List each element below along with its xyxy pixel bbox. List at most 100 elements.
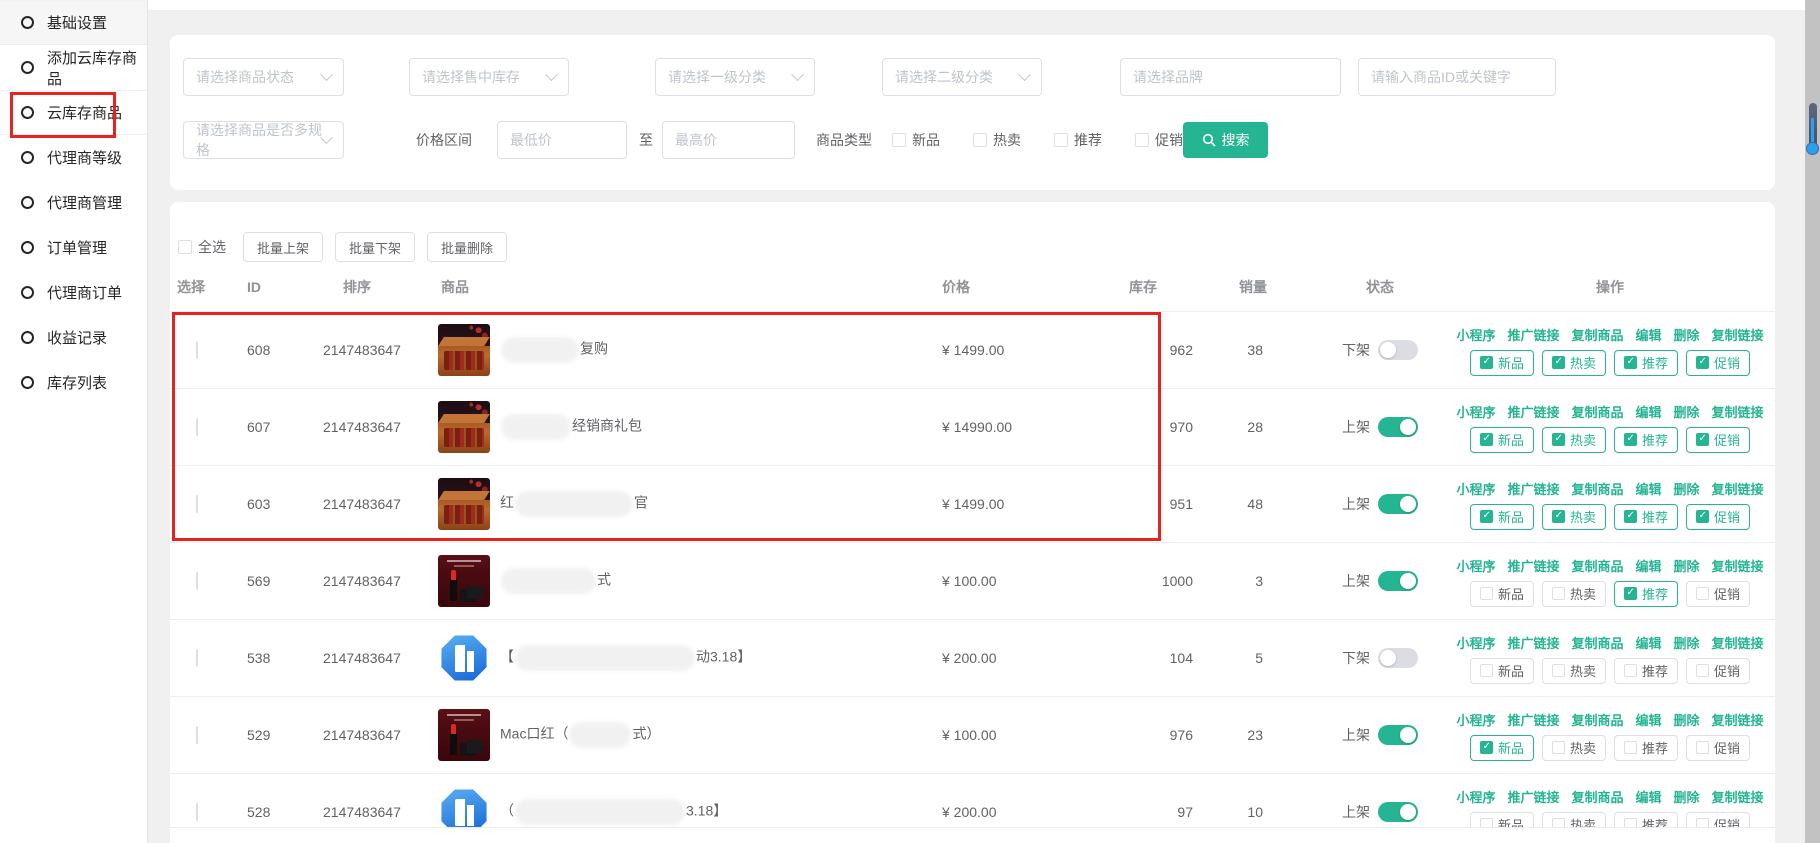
action-link-小程序[interactable]: 小程序 <box>1456 710 1495 729</box>
action-link-推广链接[interactable]: 推广链接 <box>1507 556 1559 575</box>
tag-toggle-促销[interactable]: 促销 <box>1686 812 1750 828</box>
batch-button-批量上架[interactable]: 批量上架 <box>243 232 323 262</box>
tag-toggle-热卖[interactable]: 热卖 <box>1542 581 1606 607</box>
action-link-复制商品[interactable]: 复制商品 <box>1571 633 1623 652</box>
multi-spec-select[interactable]: 请选择商品是否多规格 <box>183 121 344 159</box>
tag-toggle-新品[interactable]: 新品 <box>1470 658 1534 684</box>
sidebar-item-7[interactable]: 代理商订单 <box>0 270 147 315</box>
tag-toggle-推荐[interactable]: 推荐 <box>1614 658 1678 684</box>
search-button[interactable]: 搜索 <box>1183 122 1268 158</box>
checkbox-icon[interactable] <box>1054 133 1068 147</box>
status-toggle[interactable] <box>1378 802 1418 822</box>
action-link-推广链接[interactable]: 推广链接 <box>1507 402 1559 421</box>
action-link-删除[interactable]: 删除 <box>1674 402 1700 421</box>
product-status-select[interactable]: 请选择商品状态 <box>183 58 344 96</box>
action-link-复制商品[interactable]: 复制商品 <box>1571 479 1623 498</box>
status-toggle[interactable] <box>1378 648 1418 668</box>
type-checkbox-推荐[interactable]: 推荐 <box>1054 130 1102 150</box>
action-link-编辑[interactable]: 编辑 <box>1636 402 1662 421</box>
action-link-复制链接[interactable]: 复制链接 <box>1712 325 1764 344</box>
action-link-复制链接[interactable]: 复制链接 <box>1712 402 1764 421</box>
type-checkbox-促销[interactable]: 促销 <box>1135 130 1183 150</box>
action-link-复制链接[interactable]: 复制链接 <box>1712 787 1764 806</box>
row-checkbox[interactable] <box>196 495 198 513</box>
action-link-删除[interactable]: 删除 <box>1674 325 1700 344</box>
tag-toggle-推荐[interactable]: 推荐 <box>1614 427 1678 453</box>
action-link-编辑[interactable]: 编辑 <box>1636 556 1662 575</box>
row-checkbox[interactable] <box>196 418 198 436</box>
status-toggle[interactable] <box>1378 340 1418 360</box>
action-link-复制商品[interactable]: 复制商品 <box>1571 402 1623 421</box>
checkbox-icon[interactable] <box>1135 133 1149 147</box>
tag-toggle-热卖[interactable]: 热卖 <box>1542 504 1606 530</box>
select-all[interactable]: 全选 <box>178 237 226 257</box>
keyword-input[interactable]: 请输入商品ID或关键字 <box>1358 58 1556 96</box>
tag-toggle-促销[interactable]: 促销 <box>1686 658 1750 684</box>
tag-toggle-促销[interactable]: 促销 <box>1686 350 1750 376</box>
action-link-复制链接[interactable]: 复制链接 <box>1712 710 1764 729</box>
action-link-编辑[interactable]: 编辑 <box>1636 325 1662 344</box>
action-link-小程序[interactable]: 小程序 <box>1456 402 1495 421</box>
action-link-推广链接[interactable]: 推广链接 <box>1507 710 1559 729</box>
action-link-复制商品[interactable]: 复制商品 <box>1571 787 1623 806</box>
action-link-推广链接[interactable]: 推广链接 <box>1507 325 1559 344</box>
sidebar-item-2[interactable]: 添加云库存商品 <box>0 45 147 90</box>
action-link-复制链接[interactable]: 复制链接 <box>1712 633 1764 652</box>
action-link-小程序[interactable]: 小程序 <box>1456 787 1495 806</box>
tag-toggle-促销[interactable]: 促销 <box>1686 504 1750 530</box>
sidebar-item-4[interactable]: 代理商等级 <box>0 135 147 180</box>
action-link-删除[interactable]: 删除 <box>1674 710 1700 729</box>
tag-toggle-热卖[interactable]: 热卖 <box>1542 735 1606 761</box>
action-link-推广链接[interactable]: 推广链接 <box>1507 479 1559 498</box>
action-link-编辑[interactable]: 编辑 <box>1636 710 1662 729</box>
tag-toggle-新品[interactable]: 新品 <box>1470 735 1534 761</box>
status-toggle[interactable] <box>1378 417 1418 437</box>
action-link-删除[interactable]: 删除 <box>1674 556 1700 575</box>
action-link-小程序[interactable]: 小程序 <box>1456 325 1495 344</box>
tag-toggle-热卖[interactable]: 热卖 <box>1542 427 1606 453</box>
action-link-小程序[interactable]: 小程序 <box>1456 633 1495 652</box>
type-checkbox-热卖[interactable]: 热卖 <box>973 130 1021 150</box>
action-link-复制商品[interactable]: 复制商品 <box>1571 710 1623 729</box>
checkbox-icon[interactable] <box>892 133 906 147</box>
onsale-stock-select[interactable]: 请选择售中库存 <box>409 58 569 96</box>
action-link-复制商品[interactable]: 复制商品 <box>1571 556 1623 575</box>
sidebar-item-1[interactable]: 基础设置 <box>0 0 147 45</box>
min-price-input[interactable]: 最低价 <box>497 121 627 159</box>
scrollbar-thumb-ball[interactable] <box>1806 142 1819 155</box>
tag-toggle-热卖[interactable]: 热卖 <box>1542 658 1606 684</box>
tag-toggle-新品[interactable]: 新品 <box>1470 812 1534 828</box>
status-toggle[interactable] <box>1378 725 1418 745</box>
row-checkbox[interactable] <box>196 572 198 590</box>
tag-toggle-新品[interactable]: 新品 <box>1470 504 1534 530</box>
status-toggle[interactable] <box>1378 494 1418 514</box>
select-all-checkbox[interactable] <box>178 240 192 254</box>
action-link-推广链接[interactable]: 推广链接 <box>1507 633 1559 652</box>
action-link-推广链接[interactable]: 推广链接 <box>1507 787 1559 806</box>
tag-toggle-热卖[interactable]: 热卖 <box>1542 812 1606 828</box>
category-level1-select[interactable]: 请选择一级分类 <box>655 58 815 96</box>
tag-toggle-新品[interactable]: 新品 <box>1470 427 1534 453</box>
batch-button-批量下架[interactable]: 批量下架 <box>335 232 415 262</box>
row-checkbox[interactable] <box>196 649 198 667</box>
action-link-编辑[interactable]: 编辑 <box>1636 479 1662 498</box>
batch-button-批量删除[interactable]: 批量删除 <box>427 232 507 262</box>
row-checkbox[interactable] <box>196 803 198 821</box>
action-link-编辑[interactable]: 编辑 <box>1636 787 1662 806</box>
brand-input[interactable]: 请选择品牌 <box>1120 58 1341 96</box>
status-toggle[interactable] <box>1378 571 1418 591</box>
row-checkbox[interactable] <box>196 341 198 359</box>
action-link-编辑[interactable]: 编辑 <box>1636 633 1662 652</box>
action-link-删除[interactable]: 删除 <box>1674 633 1700 652</box>
tag-toggle-推荐[interactable]: 推荐 <box>1614 735 1678 761</box>
checkbox-icon[interactable] <box>973 133 987 147</box>
sidebar-item-3[interactable]: 云库存商品 <box>0 90 147 135</box>
action-link-复制链接[interactable]: 复制链接 <box>1712 479 1764 498</box>
tag-toggle-推荐[interactable]: 推荐 <box>1614 504 1678 530</box>
category-level2-select[interactable]: 请选择二级分类 <box>882 58 1042 96</box>
type-checkbox-新品[interactable]: 新品 <box>892 130 940 150</box>
max-price-input[interactable]: 最高价 <box>662 121 795 159</box>
tag-toggle-新品[interactable]: 新品 <box>1470 581 1534 607</box>
sidebar-item-5[interactable]: 代理商管理 <box>0 180 147 225</box>
action-link-删除[interactable]: 删除 <box>1674 479 1700 498</box>
